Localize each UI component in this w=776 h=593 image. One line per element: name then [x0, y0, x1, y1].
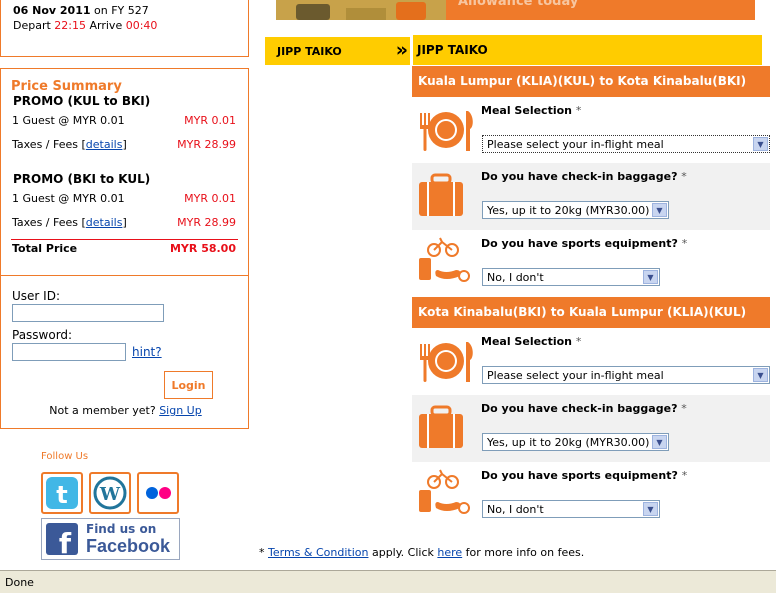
sports-select[interactable]: No, I don't ▼ [482, 268, 660, 286]
price-summary-box: Price Summary PROMO (KUL to BKI) 1 Guest… [0, 68, 249, 276]
flight-number: FY 527 [111, 4, 149, 17]
baggage-question: Do you have check-in baggage? * [481, 170, 687, 183]
follow-us-label: Follow Us [41, 451, 89, 462]
guest-line: 1 Guest @ MYR 0.01 [12, 192, 125, 205]
segment-title: Kota Kinabalu(BKI) to Kuala Lumpur (KLIA… [412, 297, 770, 328]
chevron-right-icon: » [395, 39, 408, 61]
terms-link[interactable]: Terms & Condition [268, 546, 368, 559]
sports-row: Do you have sports equipment? * No, I do… [412, 462, 770, 528]
taxes-line: Taxes / Fees [details] [12, 216, 127, 229]
browser-status-bar: Done [0, 570, 776, 593]
wordpress-icon[interactable]: W [89, 472, 131, 514]
guest-line: 1 Guest @ MYR 0.01 [12, 114, 125, 127]
chevron-down-icon: ▼ [652, 435, 667, 449]
meal-row: Meal Selection * Please select your in-f… [412, 97, 770, 163]
flight-info-box: 06 Nov 2011 on FY 527 Depart 22:15 Arriv… [0, 0, 249, 57]
flickr-icon[interactable] [137, 472, 179, 514]
svg-text:f: f [59, 527, 72, 555]
password-label: Password: [12, 328, 73, 342]
userid-input[interactable] [12, 304, 164, 322]
status-text: Done [5, 576, 34, 589]
guest-price: MYR 0.01 [184, 192, 236, 205]
arrive-time: 00:40 [125, 19, 158, 32]
svg-text:W: W [99, 484, 121, 505]
arrive-label: Arrive [89, 19, 123, 32]
banner-text: Allowance today [458, 0, 579, 9]
meal-question: Meal Selection * [481, 335, 582, 348]
chevron-down-icon: ▼ [652, 203, 667, 217]
facebook-line2: Facebook [86, 536, 171, 556]
depart-label: Depart [13, 19, 51, 32]
terms-note: * Terms & Condition apply. Click here fo… [259, 546, 585, 559]
taxes-line: Taxes / Fees [details] [12, 138, 127, 151]
sports-question: Do you have sports equipment? * [481, 237, 688, 250]
passenger-header-name: JIPP TAIKO [417, 43, 488, 57]
taxes-details-link[interactable]: details [86, 138, 123, 151]
hint-link[interactable]: hint? [132, 345, 162, 359]
login-box: User ID: Password: hint? Login Not a mem… [0, 276, 249, 429]
total-divider [11, 239, 238, 240]
sports-question: Do you have sports equipment? * [481, 469, 688, 482]
chevron-down-icon: ▼ [643, 270, 658, 284]
guest-price: MYR 0.01 [184, 114, 236, 127]
chevron-down-icon: ▼ [643, 502, 658, 516]
signup-prompt: Not a member yet? Sign Up [49, 404, 202, 417]
meal-select[interactable]: Please select your in-flight meal ▼ [482, 135, 770, 153]
promo-banner: Allowance today [276, 0, 755, 20]
facebook-line1: Find us on [86, 522, 157, 536]
facebook-badge[interactable]: f Find us on Facebook [41, 518, 180, 560]
passenger-tab-name: JIPP TAIKO [277, 45, 342, 58]
chevron-down-icon: ▼ [753, 137, 768, 151]
userid-label: User ID: [12, 289, 60, 303]
flight-date: 06 Nov 2011 [13, 4, 91, 17]
taxes-price: MYR 28.99 [177, 138, 236, 151]
fees-info-link[interactable]: here [437, 546, 462, 559]
flight-on-label: on [94, 4, 108, 17]
taxes-details-link[interactable]: details [86, 216, 123, 229]
banner-luggage-image [276, 0, 446, 20]
chevron-down-icon: ▼ [753, 368, 768, 382]
meal-question: Meal Selection * [481, 104, 582, 117]
taxes-price: MYR 28.99 [177, 216, 236, 229]
baggage-icon [419, 173, 463, 216]
login-button[interactable]: Login [164, 371, 213, 399]
baggage-select[interactable]: Yes, up it to 20kg (MYR30.00) ▼ [482, 201, 669, 219]
passenger-tab[interactable]: JIPP TAIKO » [265, 37, 410, 65]
depart-time: 22:15 [54, 19, 86, 32]
baggage-row: Do you have check-in baggage? * Yes, up … [412, 163, 770, 230]
segment-fare-name: PROMO (KUL to BKI) [13, 94, 151, 108]
baggage-row: Do you have check-in baggage? * Yes, up … [412, 395, 770, 462]
sports-row: Do you have sports equipment? * No, I do… [412, 230, 770, 296]
sports-equipment-icon [419, 469, 470, 514]
total-value: MYR 58.00 [169, 242, 236, 255]
meal-row: Meal Selection * Please select your in-f… [412, 328, 770, 395]
segment-fare-name: PROMO (BKI to KUL) [13, 172, 151, 186]
sports-select[interactable]: No, I don't ▼ [482, 500, 660, 518]
twitter-icon[interactable]: t [41, 472, 83, 514]
signup-link[interactable]: Sign Up [159, 404, 202, 417]
password-input[interactable] [12, 343, 126, 361]
meal-select[interactable]: Please select your in-flight meal ▼ [482, 366, 770, 384]
sports-equipment-icon [419, 237, 470, 282]
baggage-question: Do you have check-in baggage? * [481, 402, 687, 415]
meal-icon [420, 111, 473, 151]
svg-text:t: t [56, 481, 67, 509]
baggage-select[interactable]: Yes, up it to 20kg (MYR30.00) ▼ [482, 433, 669, 451]
meal-icon [420, 342, 473, 382]
segment-title: Kuala Lumpur (KLIA)(KUL) to Kota Kinabal… [412, 66, 770, 97]
facebook-icon: f [46, 523, 78, 555]
baggage-icon [419, 405, 463, 448]
price-summary-title: Price Summary [11, 79, 122, 94]
total-label: Total Price [12, 242, 78, 255]
passenger-header: JIPP TAIKO [413, 35, 762, 65]
